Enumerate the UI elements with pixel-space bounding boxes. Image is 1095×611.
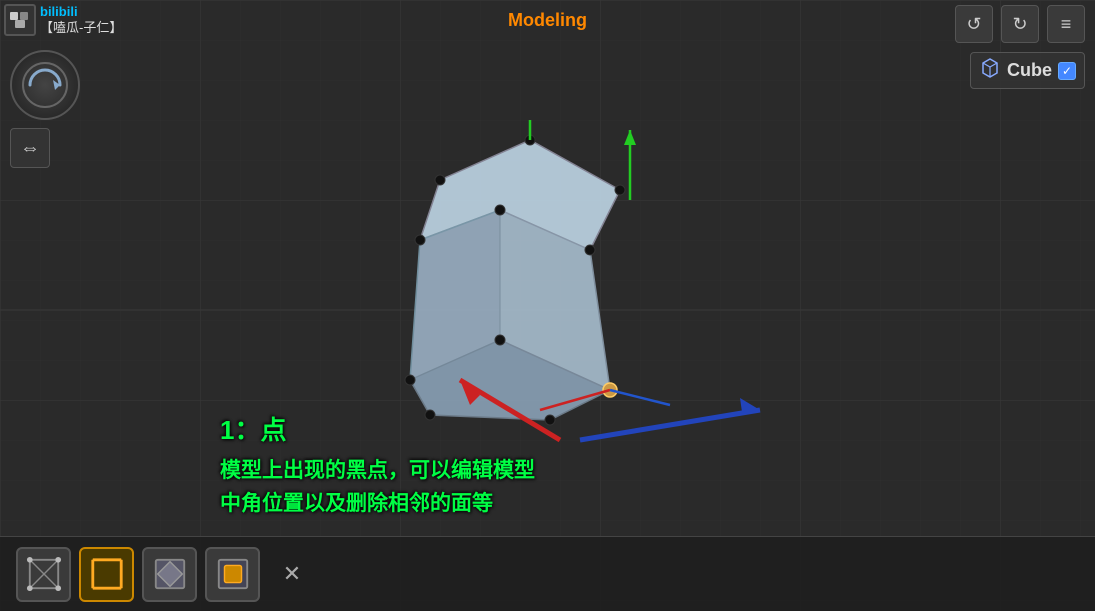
left-nav: ⇔ [10,50,80,168]
edge-mode-button[interactable] [79,547,134,602]
redo-button[interactable]: ↻ [1001,5,1039,43]
object-type-icon [979,57,1001,84]
pan-left-icon: ⇔ [20,137,40,160]
channel-info: bilibili 【嗑瓜-子仁】 [40,4,122,35]
face-mode-icon [152,556,188,592]
object-visibility-checkbox[interactable]: ✓ [1058,62,1076,80]
channel-name: 【嗑瓜-子仁】 [40,20,122,36]
close-icon: ✕ [283,561,301,587]
top-left-logo: bilibili 【嗑瓜-子仁】 [4,4,122,36]
annotation-overlay: 1：点 模型上出现的黑点，可以编辑模型中角位置以及删除相邻的面等 [220,411,535,521]
menu-button[interactable]: ≡ [1047,5,1085,43]
undo-button[interactable]: ↺ [955,5,993,43]
viewport [0,0,1095,611]
object-mode-button[interactable] [205,547,260,602]
object-mode-icon [215,556,251,592]
cube-type-icon [979,57,1001,79]
edge-mode-icon [89,556,125,592]
pan-left-button[interactable]: ⇔ [10,128,50,168]
annotation-title: 1：点 [220,411,535,450]
object-panel: Cube ✓ [970,52,1085,89]
header: Modeling [0,0,1095,40]
close-button[interactable]: ✕ [272,554,312,594]
vertex-mode-icon [26,556,62,592]
object-name-label: Cube [1007,60,1052,81]
annotation-body: 模型上出现的黑点，可以编辑模型中角位置以及删除相邻的面等 [220,454,535,521]
app-logo-box [4,4,36,36]
header-title: Modeling [508,10,587,31]
redo-icon: ↻ [1012,14,1027,35]
vertex-mode-button[interactable] [16,547,71,602]
face-mode-button[interactable] [142,547,197,602]
rotation-gizmo-icon [20,60,70,110]
bottom-toolbar: ✕ [0,536,1095,611]
top-right-controls: ↺ ↻ ≡ [955,5,1085,43]
undo-icon: ↺ [966,14,981,35]
blender-logo-icon [8,8,32,32]
rotation-gizmo[interactable] [10,50,80,120]
bili-label: bilibili [40,4,122,20]
menu-icon: ≡ [1061,14,1072,35]
